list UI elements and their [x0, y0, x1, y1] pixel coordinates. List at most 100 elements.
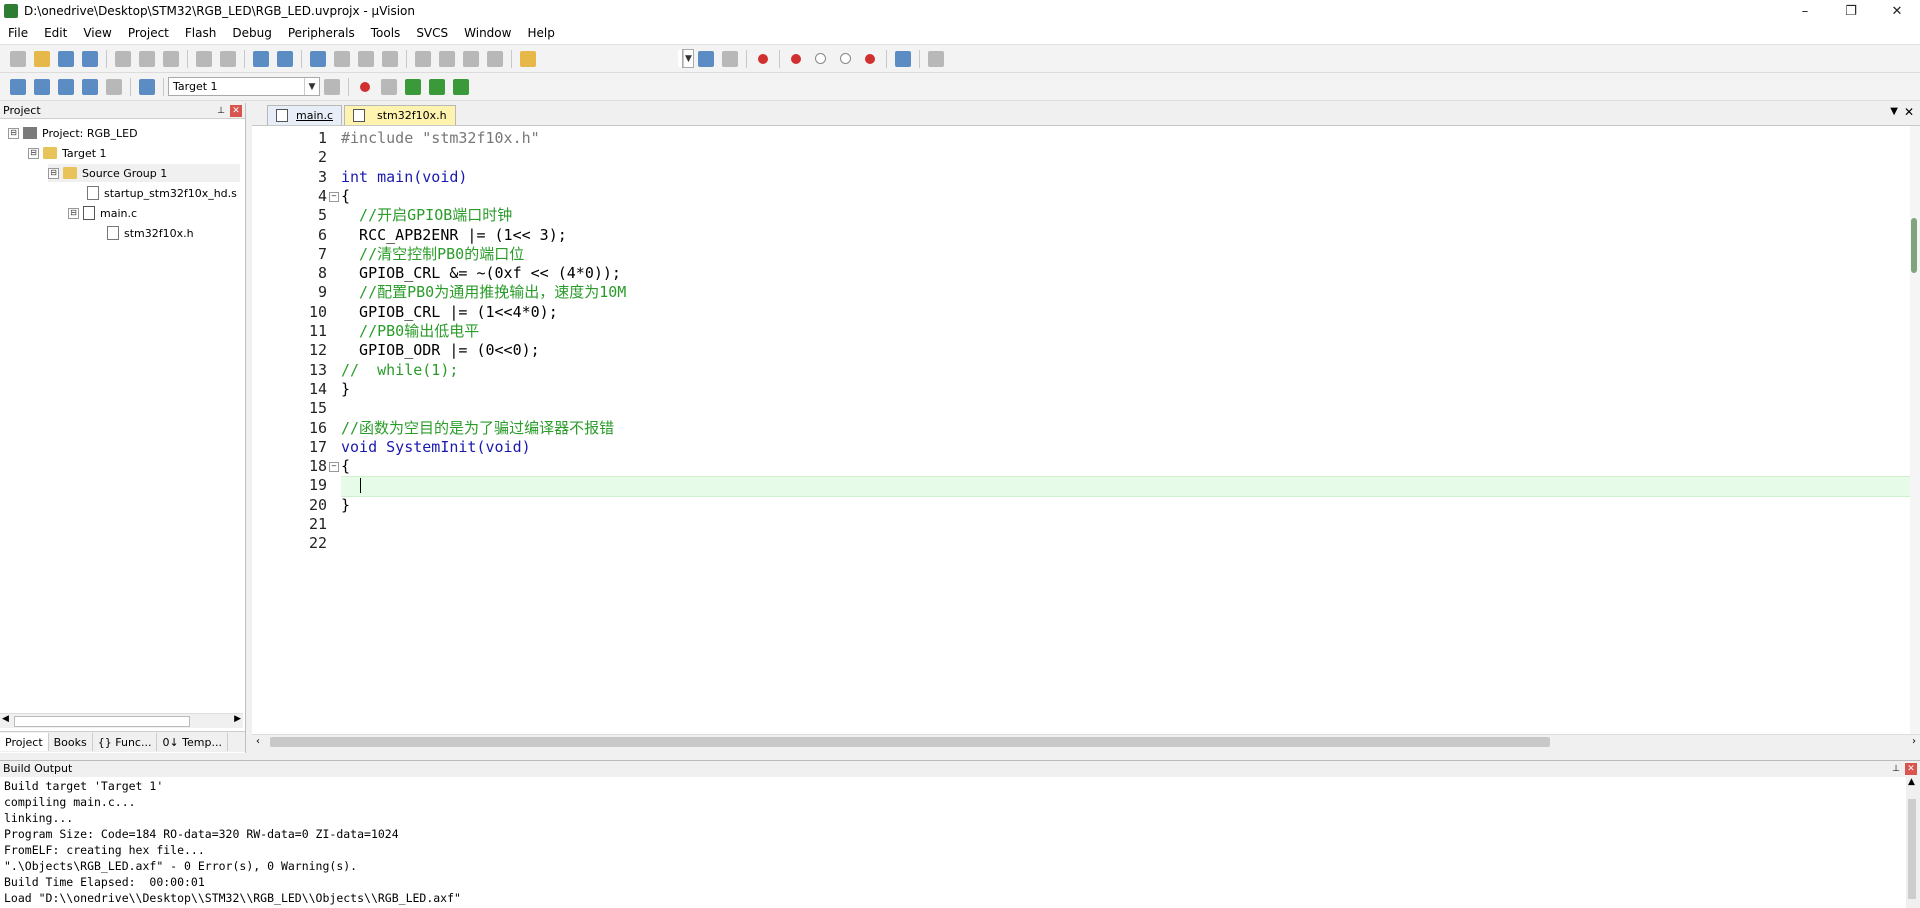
code-line[interactable]: //清空控制PB0的端口位: [341, 245, 524, 264]
debug-session-icon[interactable]: [758, 53, 768, 64]
scroll-right-icon[interactable]: ▶: [234, 714, 241, 724]
tree-item-target[interactable]: ⊟ Target 1: [28, 144, 107, 162]
code-line[interactable]: //配置PB0为通用推挽输出，速度为10M: [341, 283, 626, 302]
navigate-back-icon[interactable]: [253, 50, 269, 67]
code-line[interactable]: {: [341, 457, 350, 476]
close-icon[interactable]: ✕: [1905, 763, 1917, 775]
menu-flash[interactable]: Flash: [177, 26, 224, 40]
target-options-icon[interactable]: [324, 78, 340, 95]
menu-project[interactable]: Project: [120, 26, 177, 40]
close-icon[interactable]: ✕: [230, 105, 242, 117]
translate-icon[interactable]: [10, 78, 26, 95]
clear-bookmarks-icon[interactable]: [382, 50, 398, 67]
menu-tools[interactable]: Tools: [363, 26, 409, 40]
code-line[interactable]: GPIOB_CRL |= (1<<4*0);: [341, 303, 558, 322]
comment-icon[interactable]: [463, 50, 479, 67]
save-icon[interactable]: [58, 50, 74, 67]
code-line[interactable]: }: [341, 496, 350, 515]
bookmark-icon[interactable]: [310, 50, 326, 67]
new-file-icon[interactable]: [10, 50, 26, 67]
code-line[interactable]: RCC_APB2ENR |= (1<< 3);: [341, 226, 567, 245]
window-layout-icon[interactable]: [895, 50, 911, 67]
collapse-icon[interactable]: ⊟: [68, 207, 79, 219]
find-icon[interactable]: [698, 50, 714, 67]
scroll-thumb[interactable]: [14, 716, 190, 727]
kill-all-breakpoints-icon[interactable]: [865, 53, 875, 64]
pin-icon[interactable]: ⊥: [215, 105, 227, 117]
tab-functions[interactable]: {} Func...: [93, 733, 158, 751]
copy-icon[interactable]: [139, 50, 155, 67]
scroll-thumb[interactable]: [1908, 799, 1916, 899]
stop-build-icon[interactable]: [106, 78, 122, 95]
menu-view[interactable]: View: [75, 26, 119, 40]
build-icon[interactable]: [34, 78, 50, 95]
insert-breakpoint-icon[interactable]: [791, 53, 801, 64]
fold-toggle-icon[interactable]: −: [329, 462, 339, 473]
code-line[interactable]: {: [341, 187, 350, 206]
restore-button[interactable]: ❐: [1828, 0, 1874, 22]
code-line[interactable]: //开启GPIOB端口时钟: [341, 206, 512, 225]
find-combo[interactable]: ▼: [682, 49, 694, 68]
menu-window[interactable]: Window: [456, 26, 519, 40]
rebuild-icon[interactable]: [58, 78, 74, 95]
code-line[interactable]: GPIOB_ODR |= (0<<0);: [341, 341, 540, 360]
tab-list-dropdown-icon[interactable]: ▼: [1890, 106, 1898, 117]
tab-books[interactable]: Books: [49, 733, 93, 751]
code-line[interactable]: #include "stm32f10x.h": [341, 129, 540, 148]
prev-bookmark-icon[interactable]: [334, 50, 350, 67]
target-select[interactable]: Target 1 ▼: [168, 77, 320, 96]
menu-debug[interactable]: Debug: [224, 26, 279, 40]
code-line[interactable]: }: [341, 380, 350, 399]
collapse-icon[interactable]: ⊟: [48, 167, 59, 179]
navigate-forward-icon[interactable]: [277, 50, 293, 67]
batch-build-icon[interactable]: [82, 78, 98, 95]
find-in-files-icon[interactable]: [520, 50, 536, 67]
unindent-icon[interactable]: [439, 50, 455, 67]
save-all-icon[interactable]: [82, 50, 98, 67]
collapse-icon[interactable]: ⊟: [28, 147, 39, 159]
select-packs-icon[interactable]: [405, 78, 421, 95]
fold-toggle-icon[interactable]: −: [329, 191, 339, 202]
configure-icon[interactable]: [928, 50, 944, 67]
menu-file[interactable]: File: [0, 26, 36, 40]
tree-item-main-c[interactable]: ⊟ main.c: [68, 204, 137, 222]
editor-horizontal-scroll-thumb[interactable]: [270, 737, 1550, 747]
scroll-left-icon[interactable]: ◀: [2, 714, 9, 724]
minimize-button[interactable]: –: [1782, 0, 1828, 22]
build-output-text[interactable]: Build target 'Target 1' compiling main.c.…: [0, 777, 1906, 908]
editor-tab-stm32f10x-h[interactable]: stm32f10x.h: [344, 105, 456, 125]
code-line[interactable]: void SystemInit(void): [341, 438, 531, 457]
pin-icon[interactable]: ⊥: [1890, 763, 1902, 775]
menu-edit[interactable]: Edit: [36, 26, 75, 40]
code-line[interactable]: [341, 476, 1910, 498]
open-file-icon[interactable]: [34, 50, 50, 67]
scroll-left-icon[interactable]: ‹: [256, 736, 260, 747]
manage-project-items-icon[interactable]: [360, 81, 370, 92]
cut-icon[interactable]: [115, 50, 131, 67]
download-icon[interactable]: [139, 78, 155, 95]
tree-item-header-file[interactable]: stm32f10x.h: [107, 224, 194, 242]
undo-icon[interactable]: [196, 50, 212, 67]
editor-tab-main-c[interactable]: main.c: [267, 105, 343, 125]
tree-item-source-group[interactable]: ⊟ Source Group 1: [48, 164, 240, 182]
redo-icon[interactable]: [220, 50, 236, 67]
menu-svcs[interactable]: SVCS: [408, 26, 456, 40]
enable-breakpoint-icon[interactable]: [815, 53, 826, 64]
disable-all-breakpoints-icon[interactable]: [840, 53, 851, 64]
tree-item-startup-file[interactable]: startup_stm32f10x_hd.s: [87, 184, 237, 202]
code-line[interactable]: int main(void): [341, 168, 467, 187]
editor-vertical-scroll-thumb[interactable]: [1911, 218, 1917, 273]
uncomment-icon[interactable]: [487, 50, 503, 67]
menu-peripherals[interactable]: Peripherals: [280, 26, 363, 40]
multi-project-icon[interactable]: [453, 78, 469, 95]
next-bookmark-icon[interactable]: [358, 50, 374, 67]
build-output-scrollbar[interactable]: ▲: [1906, 777, 1920, 908]
project-horizontal-scrollbar[interactable]: ◀ ▶: [0, 713, 243, 728]
pack-installer-icon[interactable]: [429, 78, 445, 95]
tree-item-project[interactable]: ⊟ Project: RGB_LED: [8, 124, 138, 142]
code-line[interactable]: //函数为空目的是为了骗过编译器不报错: [341, 419, 614, 438]
tab-project[interactable]: Project: [0, 733, 49, 751]
manage-run-time-env-icon[interactable]: [381, 78, 397, 95]
collapse-icon[interactable]: ⊟: [8, 127, 19, 139]
code-editor[interactable]: #include "stm32f10x.h" int main(void){ //…: [341, 126, 1914, 734]
